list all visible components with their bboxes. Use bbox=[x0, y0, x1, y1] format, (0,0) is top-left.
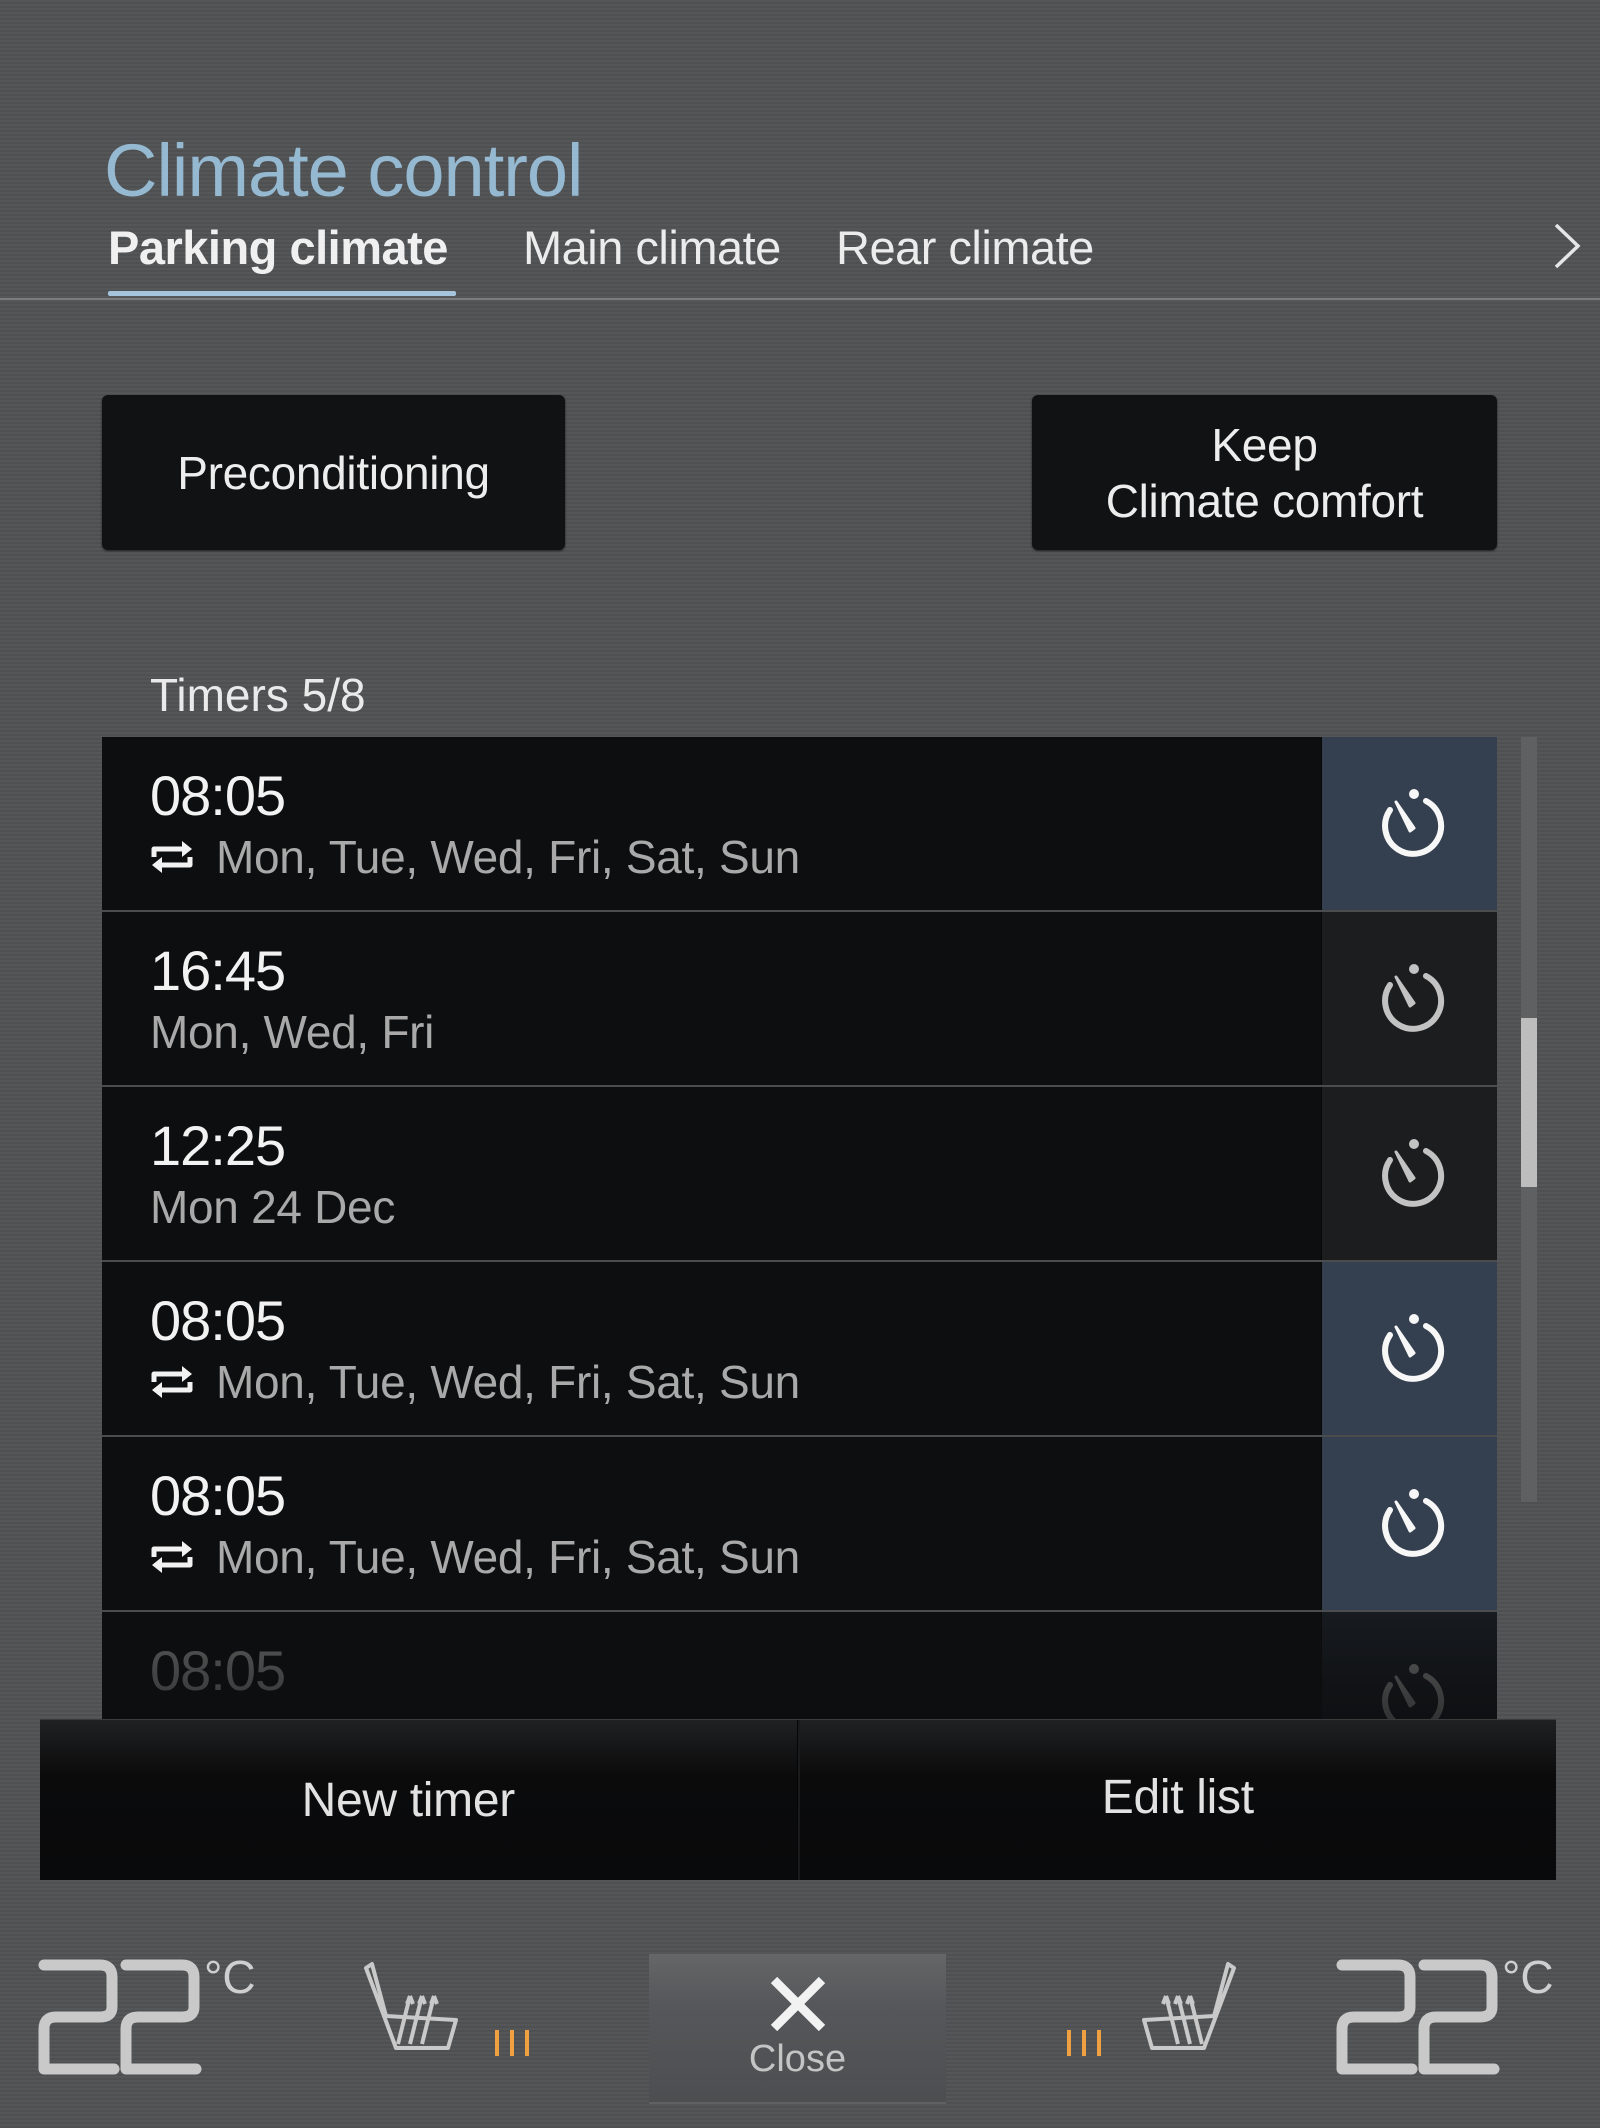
timer-info: 08:05 Mon, Tue, Wed, Fri, Sat, Sun bbox=[150, 765, 800, 887]
close-button[interactable]: Close bbox=[649, 1954, 946, 2104]
left-temp-unit: °C bbox=[204, 1955, 256, 2003]
right-temperature[interactable]: °C bbox=[1336, 1951, 1566, 2090]
keep-label-line1: Keep bbox=[1211, 418, 1318, 471]
timer-toggle-button[interactable] bbox=[1321, 737, 1497, 910]
timer-info: 16:45 Mon, Wed, Fri bbox=[150, 940, 434, 1062]
right-temp-unit: °C bbox=[1502, 1955, 1554, 2003]
bottom-action-bar: New timer Edit list bbox=[40, 1719, 1556, 1880]
preconditioning-label: Preconditioning bbox=[177, 446, 490, 499]
keep-climate-comfort-button[interactable]: Keep Climate comfort bbox=[1032, 395, 1497, 550]
timer-time: 08:05 bbox=[150, 1639, 286, 1702]
timer-days: Mon, Tue, Wed, Fri, Sat, Sun bbox=[216, 1356, 800, 1408]
timer-days-line: Mon, Tue, Wed, Fri, Sat, Sun bbox=[150, 827, 800, 887]
timer-icon bbox=[1382, 788, 1445, 857]
timer-toggle-button[interactable] bbox=[1321, 1087, 1497, 1260]
timer-time: 16:45 bbox=[150, 939, 286, 1002]
page-title: Climate control bbox=[104, 129, 584, 212]
new-timer-label: New timer bbox=[301, 1773, 516, 1827]
timer-toggle-button[interactable] bbox=[1321, 1262, 1497, 1435]
timer-time: 08:05 bbox=[150, 1289, 286, 1352]
timer-time: 12:25 bbox=[150, 1114, 286, 1177]
edit-list-button[interactable]: Edit list bbox=[800, 1720, 1557, 1880]
close-icon bbox=[770, 1976, 825, 2031]
timer-info: 08:05 bbox=[150, 1639, 286, 1702]
timer-days: Mon, Tue, Wed, Fri, Sat, Sun bbox=[216, 1531, 800, 1583]
keep-label-line2: Climate comfort bbox=[1105, 474, 1424, 527]
timer-icon bbox=[1382, 1313, 1445, 1382]
left-temperature[interactable]: °C bbox=[38, 1951, 268, 2090]
right-seat-heater-button[interactable] bbox=[1128, 1960, 1238, 2060]
timer-icon bbox=[1382, 1488, 1445, 1557]
close-label: Close bbox=[748, 2037, 847, 2080]
seat-heater-icon bbox=[1142, 1962, 1236, 2050]
tab-main-climate[interactable]: Main climate bbox=[523, 220, 781, 275]
tab-parking-climate[interactable]: Parking climate bbox=[108, 220, 448, 275]
edit-list-label: Edit list bbox=[1101, 1770, 1254, 1824]
timer-row[interactable]: 08:05 Mon, Tue, Wed, Fri, Sat, Sun bbox=[102, 1262, 1497, 1437]
scrollbar-thumb[interactable] bbox=[1521, 1018, 1537, 1187]
left-temperature-digits: °C bbox=[38, 1951, 256, 2075]
timer-icon bbox=[1382, 1663, 1445, 1719]
repeat-icon bbox=[151, 1541, 193, 1573]
repeat-icon bbox=[151, 1366, 193, 1398]
chevron-right-icon[interactable] bbox=[1550, 222, 1584, 270]
timer-days-line: Mon, Tue, Wed, Fri, Sat, Sun bbox=[150, 1527, 800, 1587]
repeat-icon bbox=[151, 841, 193, 873]
timer-time: 08:05 bbox=[150, 764, 286, 827]
timer-days-line: Mon, Tue, Wed, Fri, Sat, Sun bbox=[150, 1352, 800, 1412]
timer-icon bbox=[1382, 963, 1445, 1032]
timer-info: 08:05 Mon, Tue, Wed, Fri, Sat, Sun bbox=[150, 1465, 800, 1587]
timer-days: Mon, Tue, Wed, Fri, Sat, Sun bbox=[216, 831, 800, 883]
timer-row[interactable]: 16:45 Mon, Wed, Fri bbox=[102, 912, 1497, 1087]
timer-days: Mon, Wed, Fri bbox=[150, 1006, 435, 1058]
timer-toggle-button[interactable] bbox=[1321, 912, 1497, 1085]
timer-info: 08:05 Mon, Tue, Wed, Fri, Sat, Sun bbox=[150, 1290, 800, 1412]
tab-divider bbox=[0, 298, 1600, 300]
right-seat-heat-level bbox=[1063, 2028, 1107, 2058]
seat-heater-icon bbox=[364, 1962, 458, 2050]
timer-list: 08:05 Mon, Tue, Wed, Fri, Sat, Sun 16:45… bbox=[102, 737, 1497, 1719]
left-seat-heat-level bbox=[493, 2028, 537, 2058]
timer-row[interactable]: 08:05 Mon, Tue, Wed, Fri, Sat, Sun bbox=[102, 737, 1497, 912]
timer-row[interactable]: 08:05 Mon, Tue, Wed, Fri, Sat, Sun bbox=[102, 1437, 1497, 1612]
timer-days: Mon 24 Dec bbox=[150, 1181, 396, 1233]
timer-row[interactable]: 12:25 Mon 24 Dec bbox=[102, 1087, 1497, 1262]
timer-icon bbox=[1382, 1138, 1445, 1207]
left-seat-heater-button[interactable] bbox=[362, 1960, 472, 2060]
tab-rear-climate[interactable]: Rear climate bbox=[836, 220, 1094, 275]
timer-info: 12:25 Mon 24 Dec bbox=[150, 1115, 395, 1237]
preconditioning-button[interactable]: Preconditioning bbox=[102, 395, 565, 550]
timer-toggle-button[interactable] bbox=[1321, 1437, 1497, 1610]
timer-toggle-button[interactable] bbox=[1321, 1612, 1497, 1719]
timer-row[interactable]: 08:05 bbox=[102, 1612, 1497, 1719]
right-temperature-digits: °C bbox=[1336, 1951, 1554, 2075]
active-tab-indicator bbox=[108, 291, 456, 296]
timer-days-line: Mon, Wed, Fri bbox=[150, 1002, 434, 1062]
timers-count-label: Timers 5/8 bbox=[150, 669, 366, 721]
timer-time: 08:05 bbox=[150, 1464, 286, 1527]
new-timer-button[interactable]: New timer bbox=[40, 1720, 797, 1880]
timer-days-line: Mon 24 Dec bbox=[150, 1177, 395, 1237]
